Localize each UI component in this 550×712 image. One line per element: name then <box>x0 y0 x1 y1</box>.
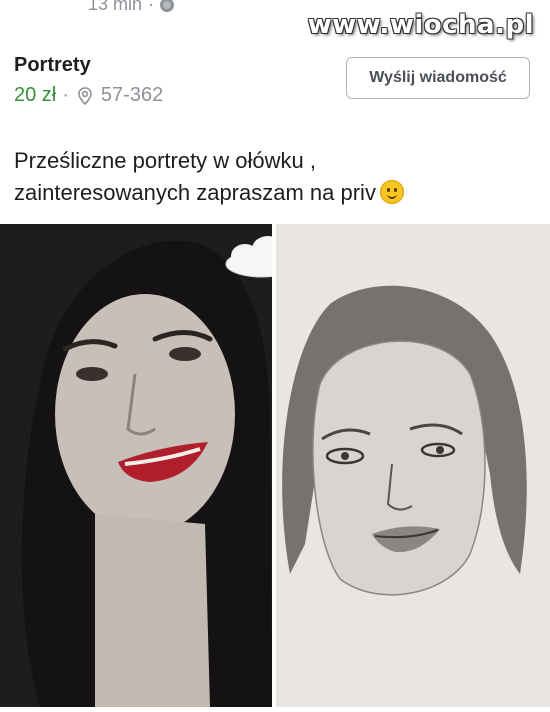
listing-price: 20 zł <box>14 84 57 106</box>
watermark: www.wiocha.pl <box>307 10 534 40</box>
right-sketch-face <box>312 340 486 596</box>
send-message-button[interactable]: Wyślij wiadomość <box>346 57 530 99</box>
post-meta: 13 min · <box>88 0 175 15</box>
left-photo-face <box>55 294 235 534</box>
listing-photo[interactable] <box>0 224 550 707</box>
listing-title: Portrety <box>14 54 91 76</box>
listing-location: 57-362 <box>100 84 164 106</box>
globe-icon <box>160 0 175 12</box>
price-location-row: 20 zł · 57-362 <box>14 84 164 106</box>
photo-comparison-image <box>0 224 550 707</box>
description-line-1: Prześliczne portrety w ołówku , <box>14 148 316 173</box>
listing-description: Prześliczne portrety w ołówku , zaintere… <box>14 145 534 209</box>
description-line-2: zainteresowanych zapraszam na priv <box>14 180 376 205</box>
smiley-emoji-icon <box>379 180 404 204</box>
location-pin-icon <box>78 86 92 105</box>
post-time: 13 min <box>88 0 143 14</box>
